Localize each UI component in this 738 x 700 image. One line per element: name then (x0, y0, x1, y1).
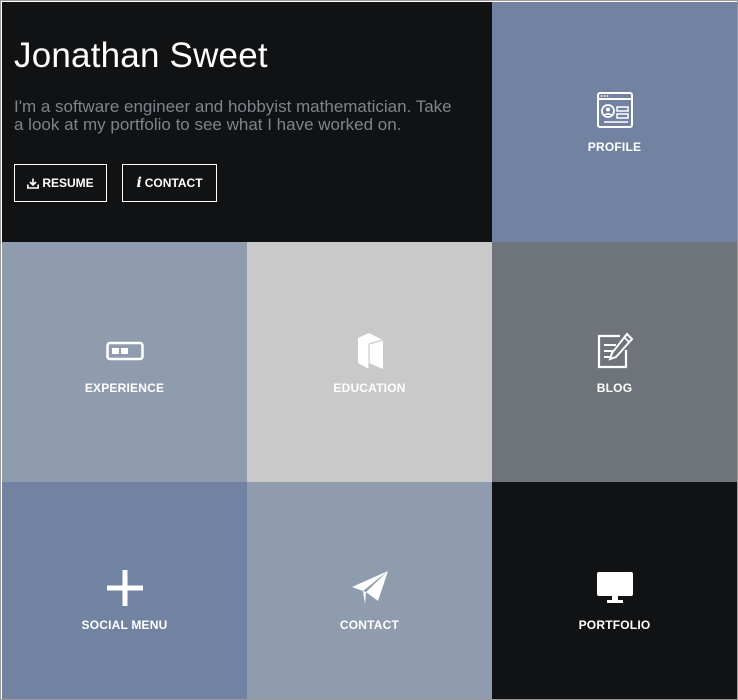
tile-contact[interactable]: CONTACT (247, 482, 492, 699)
download-icon (27, 178, 40, 189)
monitor-icon (596, 568, 634, 608)
tile-social-menu[interactable]: SOCIAL MENU (2, 482, 247, 699)
resume-button[interactable]: RESUME (14, 164, 107, 202)
tile-blog-label: BLOG (596, 381, 633, 395)
edit-note-icon (596, 331, 634, 371)
resume-button-label: RESUME (42, 176, 94, 190)
tile-blog[interactable]: BLOG (492, 242, 737, 482)
tile-social-menu-label: SOCIAL MENU (81, 618, 168, 632)
tile-experience-label: EXPERIENCE (84, 381, 165, 395)
plus-icon (106, 568, 144, 608)
progress-bar-icon (105, 331, 144, 371)
book-icon (355, 331, 385, 371)
contact-button-label: CONTACT (144, 176, 203, 190)
tile-grid: Jonathan Sweet I'm a software engineer a… (2, 2, 737, 699)
tile-experience[interactable]: EXPERIENCE (2, 242, 247, 482)
page-title: Jonathan Sweet (14, 36, 268, 75)
tile-education[interactable]: EDUCATION (247, 242, 492, 482)
hero-panel: Jonathan Sweet I'm a software engineer a… (2, 2, 492, 242)
tile-contact-label: CONTACT (339, 618, 400, 632)
tile-education-label: EDUCATION (333, 381, 406, 395)
tile-portfolio[interactable]: PORTFOLIO (492, 482, 737, 699)
paper-plane-icon (351, 568, 389, 608)
hero-description: I'm a software engineer and hobbyist mat… (14, 97, 452, 134)
profile-card-icon (596, 90, 634, 130)
tile-profile[interactable]: PROFILE (492, 2, 737, 242)
tile-profile-label: PROFILE (587, 140, 642, 154)
tile-portfolio-label: PORTFOLIO (578, 618, 651, 632)
info-icon: i (136, 175, 142, 191)
contact-button[interactable]: i CONTACT (122, 164, 217, 202)
page-frame: Jonathan Sweet I'm a software engineer a… (0, 0, 738, 700)
